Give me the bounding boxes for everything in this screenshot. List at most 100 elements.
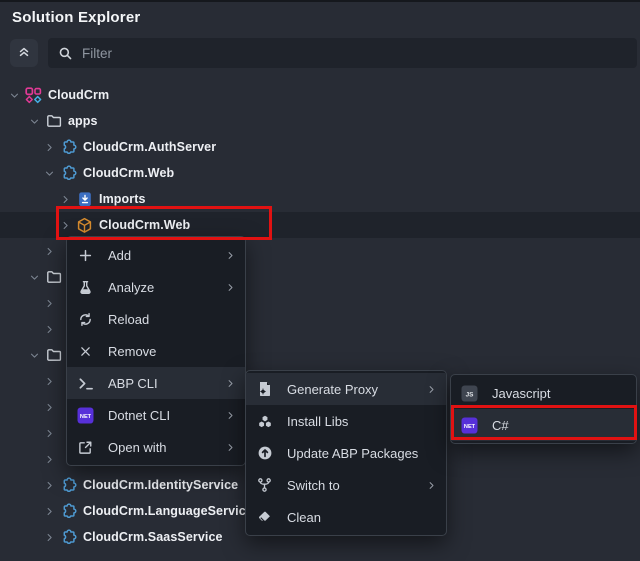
- tree-item-label: CloudCrm: [48, 88, 109, 102]
- chevron-right-icon[interactable]: [41, 376, 57, 387]
- search-icon: [48, 46, 82, 61]
- analyze-icon: [76, 280, 95, 295]
- chevron-down-icon[interactable]: [26, 272, 42, 283]
- tree-item-cloudcrm-authserver[interactable]: CloudCrm.AuthServer: [0, 134, 640, 160]
- svg-text:JS: JS: [466, 391, 475, 398]
- menu-item-label: Update ABP Packages: [287, 446, 425, 461]
- filter-input[interactable]: [82, 46, 637, 61]
- menu-item-javascript[interactable]: JS Javascript: [451, 377, 636, 409]
- svg-text:NET: NET: [464, 424, 476, 430]
- menu-item-open-with[interactable]: Open with: [67, 431, 245, 463]
- submenu-chevron-icon: [224, 442, 236, 453]
- tree-item-cloudcrm[interactable]: CloudCrm: [0, 82, 640, 108]
- menu-item-reload[interactable]: Reload: [67, 303, 245, 335]
- tree-item-label: CloudCrm.Web: [99, 218, 190, 232]
- submenu-chevron-icon: [224, 282, 236, 293]
- menu-item-switch-to[interactable]: Switch to: [246, 469, 446, 501]
- menu-item-c[interactable]: NET C#: [451, 409, 636, 441]
- generate-proxy-submenu: JS Javascript NET C#: [450, 374, 637, 444]
- menu-item-update-abp-packages[interactable]: Update ABP Packages: [246, 437, 446, 469]
- menu-item-add[interactable]: Add: [67, 239, 245, 271]
- tree-item-cloudcrm-web[interactable]: CloudCrm.Web: [0, 160, 640, 186]
- collapse-all-button[interactable]: [10, 39, 38, 67]
- submenu-chevron-icon: [425, 384, 437, 395]
- dotnet-icon: NET: [76, 407, 95, 424]
- menu-item-remove[interactable]: Remove: [67, 335, 245, 367]
- chevron-down-icon[interactable]: [26, 116, 42, 127]
- generate-proxy-icon: [255, 381, 274, 397]
- chevron-right-icon[interactable]: [41, 324, 57, 335]
- submenu-chevron-icon: [224, 378, 236, 389]
- module-icon: [59, 477, 78, 494]
- menu-item-generate-proxy[interactable]: Generate Proxy: [246, 373, 446, 405]
- window-edge: [0, 0, 640, 2]
- menu-item-install-libs[interactable]: Install Libs: [246, 405, 446, 437]
- chevron-right-icon[interactable]: [41, 246, 57, 257]
- abp-cli-submenu: Generate Proxy Install Libs Update ABP Pac…: [245, 370, 447, 536]
- chevron-right-icon[interactable]: [41, 298, 57, 309]
- context-menu: Add Analyze Reload Remove ABP CLI NETDotnet C…: [66, 236, 246, 466]
- chevron-right-icon[interactable]: [41, 454, 57, 465]
- folder-icon: [44, 269, 63, 285]
- add-icon: [76, 248, 95, 263]
- chevron-right-icon[interactable]: [41, 428, 57, 439]
- update-packages-icon: [255, 445, 274, 461]
- chevron-right-icon[interactable]: [57, 220, 73, 231]
- tree-item-cloudcrm-web[interactable]: CloudCrm.Web: [0, 212, 640, 238]
- filter-bar: [48, 38, 637, 68]
- menu-item-label: Open with: [108, 440, 224, 455]
- install-libs-icon: [255, 414, 274, 429]
- chevron-down-icon[interactable]: [41, 168, 57, 179]
- menu-item-label: Add: [108, 248, 224, 263]
- tree-item-label: Imports: [99, 192, 146, 206]
- tree-item-imports[interactable]: Imports: [0, 186, 640, 212]
- folder-icon: [44, 347, 63, 363]
- tree-item-label: apps: [68, 114, 98, 128]
- package-icon: [75, 217, 94, 234]
- menu-item-label: Generate Proxy: [287, 382, 425, 397]
- clean-icon: [255, 510, 274, 525]
- submenu-chevron-icon: [224, 410, 236, 421]
- menu-item-label: Analyze: [108, 280, 224, 295]
- menu-item-label: Switch to: [287, 478, 425, 493]
- reload-icon: [76, 312, 95, 327]
- menu-item-label: Javascript: [492, 386, 615, 401]
- chevron-right-icon[interactable]: [41, 480, 57, 491]
- chevron-right-icon[interactable]: [41, 142, 57, 153]
- chevron-right-icon[interactable]: [41, 532, 57, 543]
- menu-item-analyze[interactable]: Analyze: [67, 271, 245, 303]
- tree-item-label: CloudCrm.IdentityService: [83, 478, 238, 492]
- chevron-down-icon[interactable]: [26, 350, 42, 361]
- tree-item-label: CloudCrm.LanguageService: [83, 504, 253, 518]
- menu-item-label: Remove: [108, 344, 224, 359]
- menu-item-label: Reload: [108, 312, 224, 327]
- tree-item-label: CloudCrm.SaasService: [83, 530, 223, 544]
- module-icon: [59, 165, 78, 182]
- remove-icon: [76, 345, 95, 358]
- terminal-icon: [76, 376, 95, 391]
- open-with-icon: [76, 440, 95, 455]
- tree-item-apps[interactable]: apps: [0, 108, 640, 134]
- solution-icon: [24, 87, 43, 104]
- menu-item-label: C#: [492, 418, 615, 433]
- tree-item-label: CloudCrm.AuthServer: [83, 140, 216, 154]
- menu-item-clean[interactable]: Clean: [246, 501, 446, 533]
- chevron-right-icon[interactable]: [57, 194, 73, 205]
- chevron-right-icon[interactable]: [41, 506, 57, 517]
- svg-text:NET: NET: [80, 414, 92, 420]
- tree-item-label: CloudCrm.Web: [83, 166, 174, 180]
- submenu-chevron-icon: [224, 250, 236, 261]
- menu-item-dotnet-cli[interactable]: NETDotnet CLI: [67, 399, 245, 431]
- switch-to-icon: [255, 477, 274, 493]
- menu-item-label: ABP CLI: [108, 376, 224, 391]
- module-icon: [59, 139, 78, 156]
- chevron-down-icon[interactable]: [6, 90, 22, 101]
- collapse-all-icon: [17, 44, 31, 63]
- solution-explorer-panel: Solution Explorer CloudCrm apps CloudCrm.A…: [0, 0, 640, 561]
- chevron-right-icon[interactable]: [41, 402, 57, 413]
- page-title: Solution Explorer: [12, 9, 140, 26]
- menu-item-label: Install Libs: [287, 414, 425, 429]
- module-icon: [59, 529, 78, 546]
- folder-icon: [44, 113, 63, 129]
- menu-item-abp-cli[interactable]: ABP CLI: [67, 367, 245, 399]
